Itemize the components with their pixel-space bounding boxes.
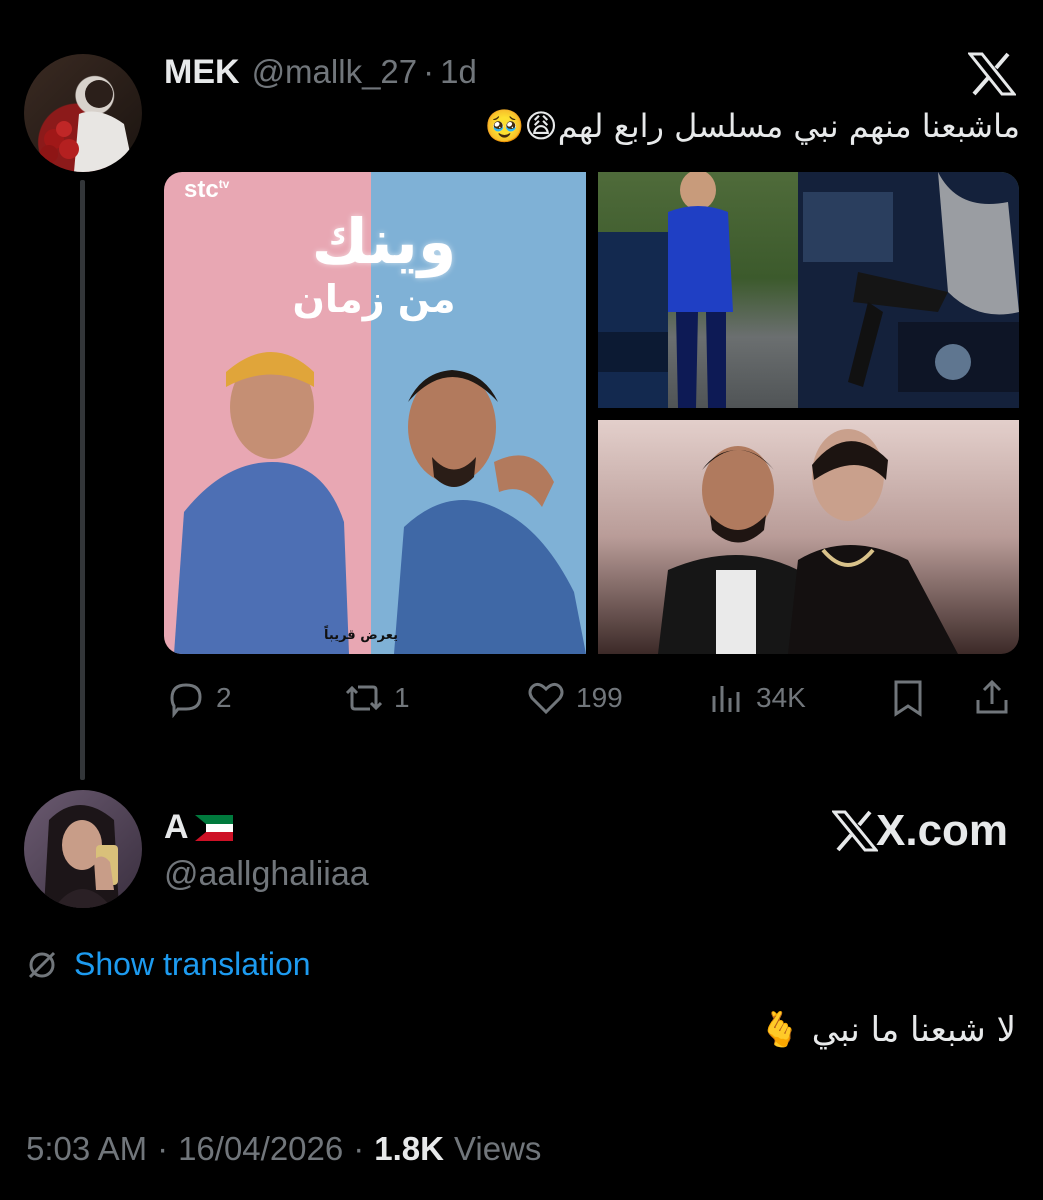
repost-count: 1	[394, 682, 410, 713]
share-icon[interactable]	[972, 678, 1012, 718]
couple-scene	[658, 429, 958, 654]
media-photo-couple[interactable]	[598, 420, 1019, 654]
media-grid[interactable]: stctv وينك من زمان يعرض قريباً	[164, 172, 1019, 654]
bookmark-icon[interactable]	[888, 678, 928, 718]
post-date[interactable]: 16/04/2026	[178, 1130, 343, 1168]
main-author-handle[interactable]: @aallghaliiaa	[164, 855, 369, 894]
views-action[interactable]: 34K	[706, 678, 806, 718]
views-label: Views	[453, 1130, 542, 1167]
x-logo-icon[interactable]	[966, 52, 1018, 96]
thread-connector	[80, 180, 85, 780]
reply-action[interactable]: 2	[166, 678, 232, 718]
main-author-row: A	[164, 808, 233, 847]
repost-icon	[345, 685, 383, 711]
main-author-name[interactable]: A	[164, 808, 189, 847]
stc-logo: stctv	[184, 176, 230, 203]
poster-figures	[174, 352, 586, 654]
reply-count: 2	[216, 682, 232, 713]
show-translation-link[interactable]: Show translation	[26, 946, 311, 983]
avatar-photo	[40, 80, 134, 172]
reply-icon	[170, 683, 202, 718]
separator: ·	[423, 53, 435, 90]
views-count: 34K	[756, 682, 806, 713]
media-photo-cars[interactable]	[598, 172, 1019, 408]
author-avatar-main[interactable]	[24, 790, 142, 908]
tweet-header: MEK @mallk_27 · 1d	[164, 50, 477, 94]
show-translation-label[interactable]: Show translation	[74, 946, 311, 983]
watermark-text: X.com	[876, 806, 1009, 855]
like-action[interactable]: 199	[526, 678, 623, 718]
author-name[interactable]: MEK	[164, 53, 240, 92]
main-tweet-text: لا شبعنا ما نبي 🫰	[758, 1010, 1016, 1050]
views-count-main: 1.8K	[374, 1130, 444, 1167]
author-avatar[interactable]	[24, 54, 142, 172]
x-logo-watermark-icon	[832, 810, 878, 852]
post-time[interactable]: 5:03 AM	[26, 1130, 147, 1168]
like-count: 199	[576, 682, 623, 713]
repost-action[interactable]: 1	[344, 678, 410, 718]
kuwait-flag-icon	[194, 814, 233, 841]
poster-subtitle: من زمان	[292, 277, 456, 321]
analytics-icon	[712, 686, 740, 712]
media-poster[interactable]: stctv وينك من زمان يعرض قريباً	[164, 172, 586, 654]
heart-icon	[528, 682, 564, 715]
poster-title: وينك	[311, 205, 457, 278]
separator: ·	[157, 1130, 169, 1167]
author-handle[interactable]: @mallk_27	[252, 53, 418, 91]
x-com-watermark: X.com	[832, 806, 1008, 856]
separator: ·	[353, 1130, 365, 1167]
avatar-photo-main	[44, 805, 119, 908]
coming-soon-label: يعرض قريباً	[324, 628, 398, 643]
post-age[interactable]: 1d	[440, 53, 477, 91]
cars-scene	[598, 172, 1019, 408]
translate-off-icon	[28, 951, 56, 978]
tweet-text: ماشبعنا منهم نبي مسلسل رابع لهم😩🥹	[484, 107, 1020, 145]
timestamp-row: 5:03 AM · 16/04/2026 · 1.8K Views	[26, 1130, 541, 1168]
